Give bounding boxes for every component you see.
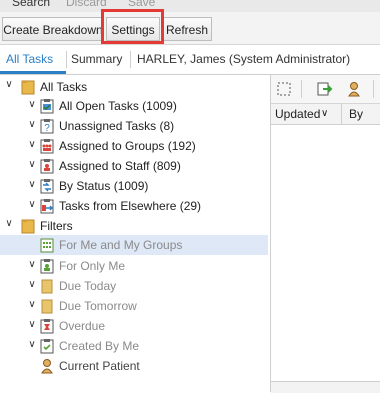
column-separator[interactable] — [341, 104, 342, 124]
settings-highlight-box — [101, 9, 164, 44]
chevron-down-icon[interactable]: ∨ — [3, 218, 15, 229]
chevron-down-icon[interactable]: ∨ — [26, 299, 38, 310]
tree-group-label: All Tasks — [40, 80, 88, 94]
chevron-down-icon[interactable]: ∨ — [26, 199, 38, 210]
task-list-toolbar — [271, 75, 380, 104]
chevron-down-icon[interactable]: ∨ — [26, 339, 38, 350]
open-task-icon[interactable] — [317, 81, 333, 97]
chevron-down-icon[interactable]: ∨ — [26, 139, 38, 150]
chevron-down-icon[interactable]: ∨ — [26, 259, 38, 270]
tree-item-label: Assigned to Groups (192) — [59, 139, 196, 153]
menu-search[interactable]: Search — [12, 0, 50, 9]
toolbar-separator — [373, 80, 374, 98]
toolbar: Create Breakdown Settings Refresh — [0, 12, 380, 45]
clipboard-check-icon — [40, 339, 54, 354]
patient-icon[interactable] — [347, 81, 361, 97]
task-list-header: Updated ∨ By — [271, 104, 380, 125]
chevron-down-icon[interactable]: ∨ — [26, 99, 38, 110]
chevron-down-icon[interactable]: ∨ — [26, 319, 38, 330]
tree-item-assigned-to-groups[interactable]: ∨ Assigned to Groups (192) — [0, 136, 268, 156]
select-icon[interactable] — [277, 82, 291, 96]
clipboard-transfer-icon — [40, 199, 54, 214]
clipboard-all-icon — [40, 99, 54, 114]
tree-item-label: Current Patient — [59, 359, 140, 373]
calendar-groups-icon — [40, 238, 54, 253]
tab-user[interactable]: HARLEY, James (System Administrator) — [137, 52, 350, 66]
chevron-down-icon[interactable]: ∨ — [3, 79, 15, 90]
tree-item-label: For Only Me — [59, 259, 126, 273]
tree-item-label: Unassigned Tasks (8) — [59, 119, 175, 133]
clipboard-staff-icon — [40, 159, 54, 174]
tree-item-label: Created By Me — [59, 339, 140, 353]
column-updated[interactable]: Updated — [275, 107, 320, 121]
note-icon — [41, 279, 53, 294]
tab-separator — [66, 51, 67, 68]
chevron-down-icon[interactable]: ∨ — [26, 279, 38, 290]
chevron-down-icon[interactable]: ∨ — [26, 179, 38, 190]
active-tab-indicator — [0, 71, 66, 74]
chevron-down-icon[interactable]: ∨ — [26, 119, 38, 130]
tab-all-tasks[interactable]: All Tasks — [6, 52, 53, 66]
refresh-button[interactable]: Refresh — [162, 17, 212, 41]
tab-bar: All Tasks Summary HARLEY, James (System … — [0, 45, 380, 75]
tree-item-label: Tasks from Elsewhere (29) — [59, 199, 202, 213]
create-breakdown-button[interactable]: Create Breakdown — [2, 17, 104, 41]
tab-summary[interactable]: Summary — [71, 52, 122, 66]
tree-item-overdue[interactable]: ∨ Overdue — [0, 316, 268, 336]
tab-separator — [130, 51, 131, 68]
tree-group-label: Filters — [40, 219, 73, 233]
task-tree: ∨ All Tasks ∨ All Open Tasks (1009) ∨ ? … — [0, 75, 270, 392]
sort-chevron-down-icon[interactable]: ∨ — [321, 108, 328, 119]
svg-text:?: ? — [44, 123, 50, 134]
tree-item-unassigned-tasks[interactable]: ∨ ? Unassigned Tasks (8) — [0, 116, 268, 136]
patient-icon — [41, 359, 53, 374]
tree-group-filters[interactable]: ∨ Filters — [0, 216, 268, 236]
tree-item-for-me-and-my-groups[interactable]: For Me and My Groups — [0, 235, 268, 255]
tree-item-tasks-from-elsewhere[interactable]: ∨ Tasks from Elsewhere (29) — [0, 196, 268, 216]
tree-group-all-tasks[interactable]: ∨ All Tasks — [0, 77, 268, 97]
tree-item-label: Due Today — [59, 279, 117, 293]
tree-item-label: By Status (1009) — [59, 179, 149, 193]
clipboard-person-icon — [40, 259, 54, 274]
folder-icon — [21, 219, 35, 234]
tree-item-assigned-to-staff[interactable]: ∨ Assigned to Staff (809) — [0, 156, 268, 176]
task-list-panel: Updated ∨ By — [271, 75, 380, 393]
menu-save[interactable]: Save — [128, 0, 155, 9]
clipboard-status-icon — [40, 179, 54, 194]
tree-item-label: Overdue — [59, 319, 106, 333]
tree-item-label: All Open Tasks (1009) — [59, 99, 177, 113]
tree-item-current-patient[interactable]: Current Patient — [0, 356, 268, 376]
tree-item-by-status[interactable]: ∨ By Status (1009) — [0, 176, 268, 196]
tree-item-for-only-me[interactable]: ∨ For Only Me — [0, 256, 268, 276]
clipboard-overdue-icon — [40, 319, 54, 334]
tree-item-label: Due Tomorrow — [59, 299, 137, 313]
menu-discard[interactable]: Discard — [66, 0, 107, 9]
tree-item-label: For Me and My Groups — [59, 238, 183, 252]
clipboard-groups-icon — [40, 139, 54, 154]
clipboard-question-icon: ? — [40, 119, 54, 134]
tree-item-label: Assigned to Staff (809) — [59, 159, 181, 173]
tree-item-all-open-tasks[interactable]: ∨ All Open Tasks (1009) — [0, 96, 268, 116]
column-by[interactable]: By — [349, 107, 363, 121]
tree-item-created-by-me[interactable]: ∨ Created By Me — [0, 336, 268, 356]
tree-item-due-today[interactable]: ∨ Due Today — [0, 276, 268, 296]
folder-icon — [21, 80, 35, 95]
tree-item-due-tomorrow[interactable]: ∨ Due Tomorrow — [0, 296, 268, 316]
note-icon — [41, 299, 53, 314]
toolbar-separator — [301, 80, 302, 98]
horizontal-scrollbar[interactable] — [271, 381, 380, 393]
menu-bar: Search Discard Save — [0, 0, 380, 12]
chevron-down-icon[interactable]: ∨ — [26, 159, 38, 170]
